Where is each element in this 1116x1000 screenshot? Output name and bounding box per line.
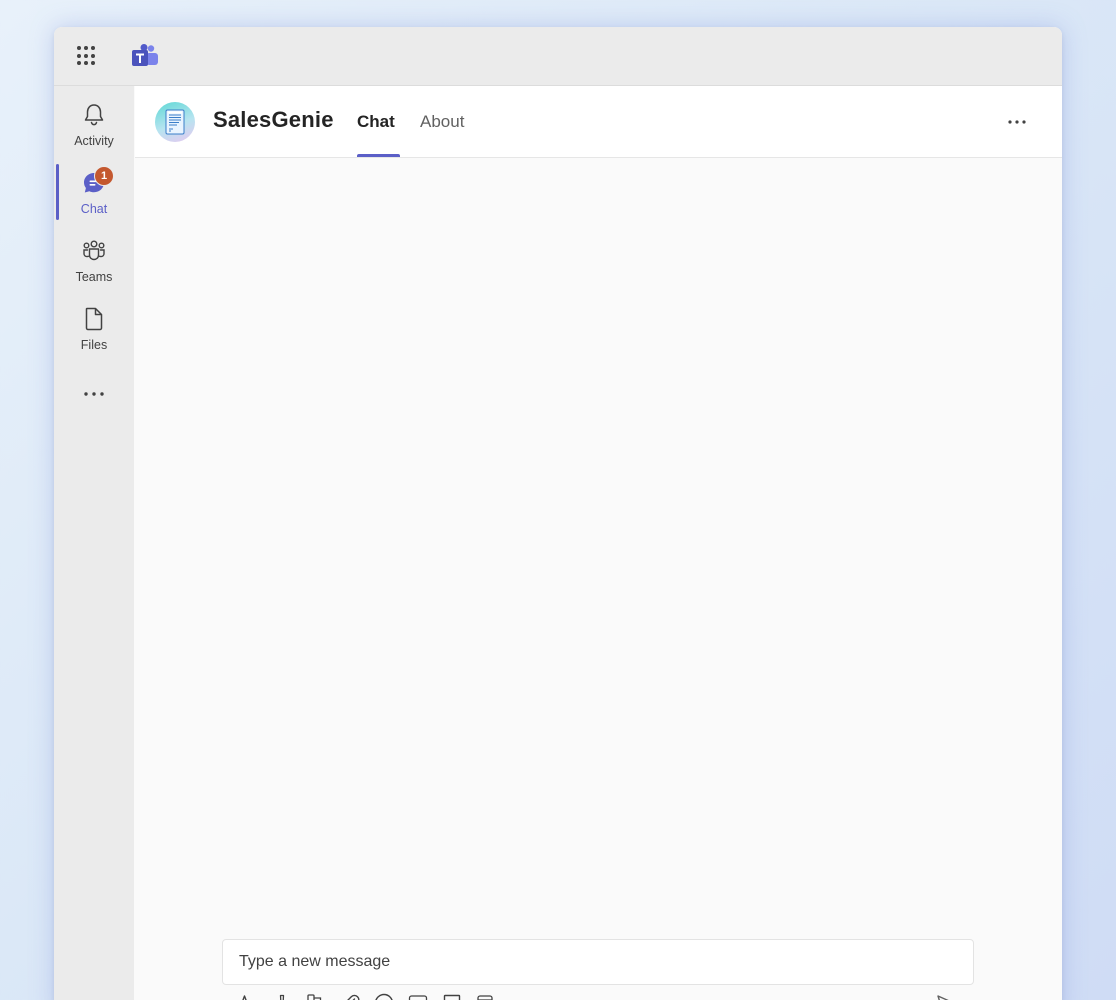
schedule-meeting-icon[interactable] (475, 992, 497, 1000)
more-options-icon[interactable] (1006, 112, 1028, 132)
compose-box[interactable] (222, 939, 974, 985)
unread-badge: 1 (94, 166, 114, 186)
more-actions-icon[interactable] (509, 992, 531, 1000)
tab-about[interactable]: About (420, 112, 464, 132)
title-bar (54, 27, 1062, 86)
rail-label-teams: Teams (75, 270, 113, 284)
teams-icon (81, 238, 107, 264)
send-icon[interactable] (935, 992, 959, 1000)
file-icon (81, 306, 107, 332)
more-icon[interactable] (80, 384, 108, 404)
teams-window: Activity 1 Chat Teams Files SalesGenie C… (54, 27, 1062, 1000)
loop-icon[interactable] (305, 992, 327, 1000)
main-pane: SalesGenie Chat About Type a new message (135, 86, 1062, 1000)
app-title: SalesGenie (213, 107, 334, 132)
bell-icon (81, 102, 107, 128)
tab-chat[interactable]: Chat (357, 112, 395, 132)
rail-item-activity[interactable]: Activity (54, 102, 134, 166)
rail-item-chat[interactable]: 1 Chat (54, 166, 134, 234)
app-launcher-icon[interactable] (77, 46, 97, 66)
message-list (135, 158, 1062, 938)
gif-icon[interactable]: GIF (407, 992, 429, 1000)
rail-label-files: Files (80, 338, 108, 352)
sticker-icon[interactable] (441, 992, 463, 1000)
message-input[interactable] (239, 940, 939, 984)
attach-icon[interactable] (339, 992, 361, 1000)
rail-item-teams[interactable]: Teams (54, 238, 134, 302)
emoji-icon[interactable] (373, 992, 395, 1000)
bot-avatar (155, 102, 195, 142)
teams-logo-icon (132, 44, 160, 68)
rail-label-chat: Chat (80, 202, 108, 216)
compose-toolbar: GIF (235, 992, 975, 1000)
app-rail: Activity 1 Chat Teams Files (54, 86, 134, 1000)
priority-icon[interactable] (271, 992, 293, 1000)
format-icon[interactable] (237, 992, 259, 1000)
rail-item-files[interactable]: Files (54, 306, 134, 370)
rail-label-activity: Activity (74, 134, 114, 148)
chat-header: SalesGenie Chat About (135, 86, 1062, 158)
active-tab-indicator (357, 154, 400, 157)
